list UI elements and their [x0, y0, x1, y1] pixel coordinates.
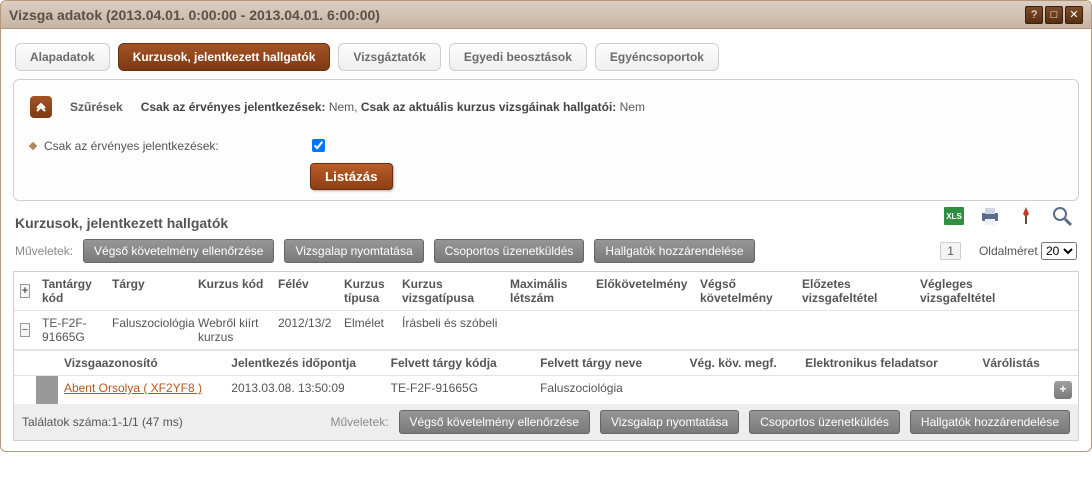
btn-assign-students[interactable]: Hallgatók hozzárendelése: [594, 239, 754, 263]
cell-ftk: TE-F2F-91665G: [385, 376, 534, 404]
col-elozetesvizsgafeltetel[interactable]: Előzetes vizsgafeltétel: [796, 272, 914, 310]
cell-vegso: [694, 311, 796, 349]
cell-ftn: Faluszociológia: [534, 376, 683, 404]
cell-tantargykod: TE-F2F-91665G: [36, 311, 106, 349]
btn-print-exam-sheet[interactable]: Vizsgalap nyomtatása: [284, 239, 423, 263]
svg-text:XLS: XLS: [946, 212, 962, 221]
student-link[interactable]: Abent Orsolya ( XF2YF8 ): [64, 381, 202, 395]
subcol-felvett-targy-kodja[interactable]: Felvett tárgy kódja: [385, 351, 534, 375]
bullet-icon: [29, 141, 37, 149]
grid-footer: Találatok száma:1-1/1 (47 ms) Műveletek:…: [14, 404, 1078, 440]
pagesize-label: Oldalméret: [979, 244, 1038, 258]
section-title: Kurzusok, jelentkezett hallgatók: [13, 201, 937, 233]
expand-all-icon[interactable]: +: [20, 284, 30, 298]
collapse-filters-icon[interactable]: [30, 96, 52, 118]
search-icon[interactable]: [1049, 203, 1075, 229]
help-icon[interactable]: ?: [1025, 6, 1043, 24]
list-button[interactable]: Listázás: [310, 163, 393, 190]
minimize-icon[interactable]: □: [1045, 6, 1063, 24]
cell-ef: [799, 376, 976, 404]
tab-egyedi-beosztasok[interactable]: Egyedi beosztások: [449, 43, 587, 71]
filter-title: Szűrések: [70, 100, 123, 114]
btn-group-message[interactable]: Csoportos üzenetküldés: [434, 239, 585, 263]
filter-valid-only-checkbox[interactable]: [312, 139, 325, 152]
print-icon[interactable]: [977, 203, 1003, 229]
pagesize: Oldalméret 20: [979, 242, 1077, 260]
table-row: − TE-F2F-91665G Faluszociológia Webről k…: [14, 311, 1078, 350]
close-icon[interactable]: ✕: [1065, 6, 1083, 24]
subcol-jelentkezes[interactable]: Jelentkezés időpontja: [225, 351, 384, 375]
results-grid: + Tantárgy kód Tárgy Kurzus kód Félév Ku…: [13, 271, 1079, 441]
filter-panel: Szűrések Csak az érvényes jelentkezések:…: [13, 79, 1079, 201]
col-kurzustipusa[interactable]: Kurzus típusa: [338, 272, 396, 310]
col-targy[interactable]: Tárgy: [106, 272, 192, 310]
dialog-title: Vizsga adatok (2013.04.01. 0:00:00 - 201…: [9, 7, 1025, 23]
subcol-vizsgaazonosito[interactable]: Vizsgaazonosító: [58, 351, 225, 375]
subcol-vegkovmegf[interactable]: Vég. köv. megf.: [684, 351, 800, 375]
col-veglegesvizsgafeltetel[interactable]: Végleges vizsgafeltétel: [914, 272, 1034, 310]
pin-icon[interactable]: [1013, 203, 1039, 229]
cell-elozetes: [796, 311, 914, 349]
col-kurzuskod[interactable]: Kurzus kód: [192, 272, 272, 310]
cell-vkm: [684, 376, 800, 404]
cell-max: [504, 311, 590, 349]
tab-alapadatok[interactable]: Alapadatok: [15, 43, 110, 71]
footer-btn-print-exam-sheet[interactable]: Vizsgalap nyomtatása: [600, 410, 739, 434]
filter-summary: Csak az érvényes jelentkezések: Nem, Csa…: [141, 100, 645, 114]
footer-btn-assign-students[interactable]: Hallgatók hozzárendelése: [910, 410, 1070, 434]
col-elokovetelmeny[interactable]: Előkövetelmény: [590, 272, 694, 310]
ops-label: Műveletek:: [15, 244, 73, 258]
subcol-varolistas[interactable]: Várólistás: [976, 351, 1078, 375]
cell-kurzuskod: Webről kiírt kurzus: [192, 311, 272, 349]
cell-targy: Faluszociológia: [106, 311, 192, 349]
tab-kurzusok[interactable]: Kurzusok, jelentkezett hallgatók: [118, 43, 331, 71]
row-actions-icon[interactable]: +: [1054, 381, 1072, 399]
export-xls-icon[interactable]: XLS: [941, 203, 967, 229]
col-vegsokovetelmeny[interactable]: Végső követelmény: [694, 272, 796, 310]
results-count: Találatok száma:1-1/1 (47 ms): [22, 415, 183, 429]
subcol-elektronikus-feladatsor[interactable]: Elektronikus feladatsor: [799, 351, 976, 375]
tab-egyencsoportok[interactable]: Egyéncsoportok: [595, 43, 719, 71]
col-maxletszam[interactable]: Maximális létszám: [504, 272, 590, 310]
filter-valid-only-label: Csak az érvényes jelentkezések:: [44, 139, 304, 153]
footer-ops-label: Műveletek:: [331, 415, 389, 429]
footer-btn-final-req-check[interactable]: Végső követelmény ellenőrzése: [399, 410, 590, 434]
tab-vizsgaztatok[interactable]: Vizsgáztatók: [338, 43, 440, 71]
footer-btn-group-message[interactable]: Csoportos üzenetküldés: [749, 410, 900, 434]
pagesize-select[interactable]: 20: [1041, 242, 1077, 260]
toolbar-icons: XLS: [937, 203, 1079, 233]
sub-table-row: Abent Orsolya ( XF2YF8 ) 2013.03.08. 13:…: [14, 376, 1078, 404]
row-collapse-icon[interactable]: −: [20, 323, 30, 337]
tab-strip: Alapadatok Kurzusok, jelentkezett hallga…: [13, 39, 1079, 79]
col-felev[interactable]: Félév: [272, 272, 338, 310]
cell-var: +: [976, 376, 1078, 404]
col-tantargykod[interactable]: Tantárgy kód: [36, 272, 106, 310]
cell-elok: [590, 311, 694, 349]
cell-jelentkezes: 2013.03.08. 13:50:09: [225, 376, 384, 404]
cell-vegleges: [914, 311, 1034, 349]
cell-felev: 2012/13/2: [272, 311, 338, 349]
pager-current[interactable]: 1: [940, 242, 961, 260]
dialog-titlebar: Vizsga adatok (2013.04.01. 0:00:00 - 201…: [1, 1, 1091, 29]
btn-final-req-check[interactable]: Végső követelmény ellenőrzése: [83, 239, 274, 263]
col-kurzusvizsgatipusa[interactable]: Kurzus vizsgatípusa: [396, 272, 504, 310]
subcol-felvett-targy-neve[interactable]: Felvett tárgy neve: [534, 351, 683, 375]
cell-kviz: Írásbeli és szóbeli: [396, 311, 504, 349]
cell-ktip: Elmélet: [338, 311, 396, 349]
